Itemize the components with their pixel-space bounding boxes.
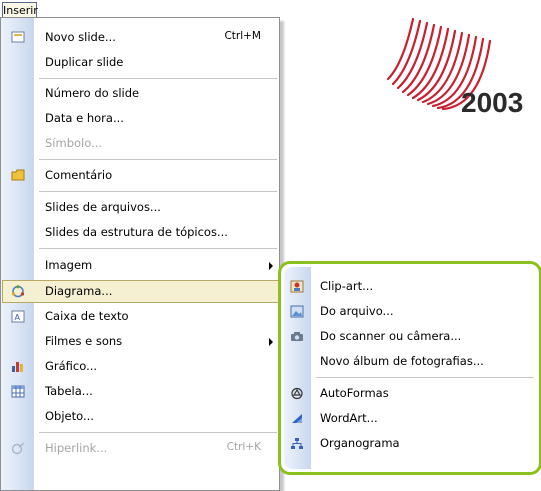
menu-item-label: Caixa de texto [45, 309, 129, 323]
menu-item-slides-da-estrutura[interactable]: Slides da estrutura de tópicos... [1, 221, 279, 244]
menu-item-duplicar-slide[interactable]: Duplicar slide [1, 51, 279, 74]
menu-separator [39, 159, 277, 160]
menu-item-grafico[interactable]: Gráfico... [1, 355, 279, 378]
submenu-item-do-scanner[interactable]: Do scanner ou câmera... [284, 325, 536, 348]
chart-icon [11, 360, 25, 373]
menu-item-data-e-hora[interactable]: Data e hora... [1, 107, 279, 130]
submenu-item-label: AutoFormas [320, 386, 389, 400]
menu-item-label: Imagem [45, 258, 93, 272]
logo-year-text: 2003 [461, 87, 523, 118]
menu-item-shortcut: Ctrl+M [224, 30, 261, 42]
menu-item-numero-do-slide[interactable]: Número do slide [1, 82, 279, 105]
clip-art-icon [290, 280, 304, 293]
submenu-item-wordart[interactable]: WordArt... [284, 407, 536, 430]
menu-item-label: Novo slide... [45, 30, 116, 44]
submenu-arrow-icon [269, 338, 273, 346]
menu-item-label: Tabela... [45, 384, 93, 398]
submenu-item-clip-art[interactable]: Clip-art... [284, 275, 536, 298]
scanner-camera-icon [290, 330, 304, 343]
submenu-item-label: Organograma [320, 436, 400, 450]
menu-item-label: Duplicar slide [45, 55, 124, 69]
inserir-dropdown-menu: Novo slide... Ctrl+M Duplicar slide Núme… [0, 17, 280, 491]
submenu-item-label: Do arquivo... [320, 304, 394, 318]
menu-item-label: Hiperlink... [45, 441, 108, 455]
submenu-separator [316, 377, 534, 378]
svg-text:A: A [15, 313, 21, 322]
wordart-icon [290, 412, 304, 425]
menu-item-caixa-de-texto[interactable]: A Caixa de texto [1, 305, 279, 328]
submenu-item-label: WordArt... [320, 411, 378, 425]
autoshapes-icon [290, 387, 304, 400]
menu-separator [39, 432, 277, 433]
menu-item-diagrama[interactable]: Diagrama... [1, 280, 279, 303]
org-chart-icon [290, 437, 304, 450]
submenu-item-label: Clip-art... [320, 279, 374, 293]
menu-item-label: Número do slide [45, 86, 140, 100]
office-2003-logo: 2003 [383, 9, 529, 119]
menu-item-label: Data e hora... [45, 111, 124, 125]
new-slide-icon [11, 31, 25, 44]
menu-item-shortcut: Ctrl+K [226, 441, 261, 453]
menu-item-label: Gráfico... [45, 359, 98, 373]
diagram-icon [11, 285, 25, 298]
imagem-submenu: Clip-art... Do arquivo... Do scanner ou … [278, 261, 541, 475]
menu-item-label: Slides da estrutura de tópicos... [45, 225, 228, 239]
menu-item-label: Símbolo... [45, 136, 103, 150]
menu-separator [39, 78, 277, 79]
submenu-item-label: Do scanner ou câmera... [320, 329, 462, 343]
menu-item-label: Objeto... [45, 409, 94, 423]
submenu-item-autoformas[interactable]: AutoFormas [284, 382, 536, 405]
menu-item-label: Comentário [45, 168, 113, 182]
menu-item-label: Filmes e sons [45, 334, 123, 348]
menu-item-simbolo[interactable]: Símbolo... [1, 132, 279, 155]
picture-from-file-icon [290, 305, 304, 318]
menu-separator [39, 191, 277, 192]
comment-icon [11, 169, 25, 182]
submenu-item-novo-album[interactable]: Novo álbum de fotografias... [284, 350, 536, 373]
submenu-item-do-arquivo[interactable]: Do arquivo... [284, 300, 536, 323]
menu-item-filmes-e-sons[interactable]: Filmes e sons [1, 330, 279, 353]
menu-item-label: Slides de arquivos... [45, 200, 161, 214]
menu-item-novo-slide[interactable]: Novo slide... Ctrl+M [1, 26, 279, 49]
menu-item-tabela[interactable]: Tabela... [1, 380, 279, 403]
submenu-item-label: Novo álbum de fotografias... [320, 354, 484, 368]
menu-item-label: Diagrama... [45, 284, 113, 298]
hyperlink-icon [11, 442, 25, 455]
text-box-icon: A [11, 310, 25, 323]
menu-item-hiperlink[interactable]: Hiperlink... Ctrl+K [1, 437, 279, 460]
submenu-item-organograma[interactable]: Organograma [284, 432, 536, 455]
menu-separator [39, 248, 277, 249]
submenu-arrow-icon [269, 262, 273, 270]
menu-item-comentario[interactable]: Comentário [1, 164, 279, 187]
menu-item-slides-de-arquivos[interactable]: Slides de arquivos... [1, 196, 279, 219]
table-icon [11, 385, 25, 398]
menu-item-imagem[interactable]: Imagem [1, 254, 279, 277]
menu-item-objeto[interactable]: Objeto... [1, 405, 279, 428]
